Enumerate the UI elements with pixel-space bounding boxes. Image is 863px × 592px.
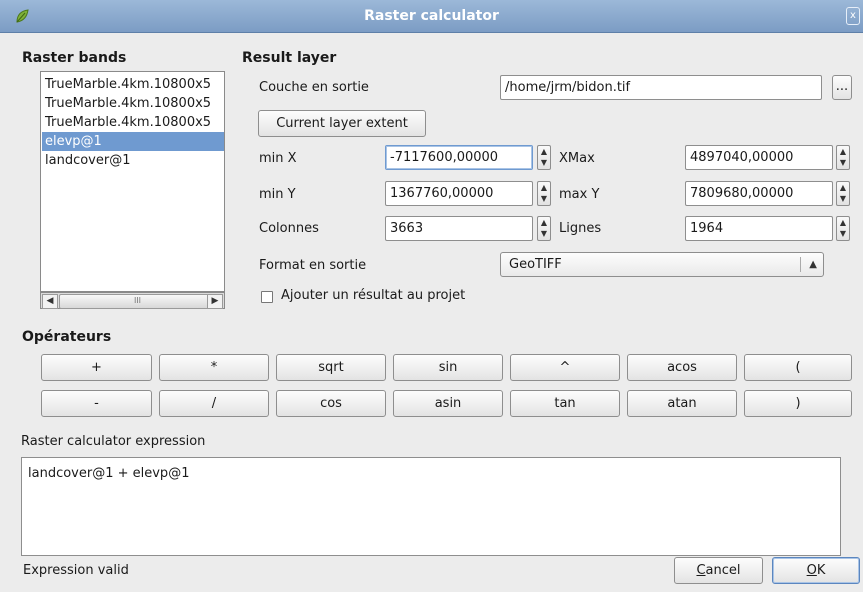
result-layer-title: Result layer [242,50,337,66]
min-y-label: min Y [259,187,296,202]
spin-up-icon[interactable]: ▲ [837,146,849,157]
spin-up-icon[interactable]: ▲ [837,182,849,193]
op-cos-button[interactable]: cos [276,390,386,417]
spin-down-icon[interactable]: ▼ [538,157,550,168]
columns-input[interactable]: 3663 [385,216,533,241]
scroll-right-icon[interactable]: ▶ [207,294,223,309]
select-divider [800,257,801,272]
xmax-label: XMax [559,151,595,166]
spin-down-icon[interactable]: ▼ [538,228,550,239]
operators-title: Opérateurs [22,329,112,345]
ok-mnemonic: O [806,563,817,578]
output-format-label: Format en sortie [259,258,367,273]
raster-bands-hscrollbar[interactable]: ◀ III ▶ [40,292,225,309]
add-to-project-checkbox[interactable] [261,291,273,303]
rows-label: Lignes [559,221,602,236]
output-format-value: GeoTIFF [509,257,562,272]
output-path-input[interactable]: /home/jrm/bidon.tif [500,75,822,100]
cancel-button[interactable]: Cancel [674,557,763,584]
rows-spinner[interactable]: ▲ ▼ [836,216,850,241]
min-x-spinner[interactable]: ▲ ▼ [537,145,551,170]
browse-button[interactable]: ... [832,75,852,100]
ok-button[interactable]: OK [772,557,860,584]
op-sqrt-button[interactable]: sqrt [276,354,386,381]
op-divide-button[interactable]: / [159,390,269,417]
close-icon[interactable]: x [846,7,860,25]
raster-band-item-selected[interactable]: elevp@1 [42,132,224,151]
raster-band-item[interactable]: TrueMarble.4km.10800x5 [42,75,224,94]
output-layer-label: Couche en sortie [259,80,369,95]
xmax-spinner[interactable]: ▲ ▼ [836,145,850,170]
raster-bands-list[interactable]: TrueMarble.4km.10800x5 TrueMarble.4km.10… [40,71,225,292]
scroll-thumb[interactable]: III [59,294,216,309]
window-title: Raster calculator [364,8,499,24]
max-y-label: max Y [559,187,600,202]
op-sin-button[interactable]: sin [393,354,503,381]
ok-label: K [816,563,826,578]
spin-up-icon[interactable]: ▲ [538,182,550,193]
spin-down-icon[interactable]: ▼ [538,193,550,204]
spin-down-icon[interactable]: ▼ [837,228,849,239]
expression-label: Raster calculator expression [21,434,206,449]
spin-up-icon[interactable]: ▲ [538,146,550,157]
spin-down-icon[interactable]: ▼ [837,193,849,204]
min-y-spinner[interactable]: ▲ ▼ [537,181,551,206]
updown-arrow-icon: ▲ [809,259,817,270]
columns-label: Colonnes [259,221,319,236]
output-format-select[interactable]: GeoTIFF ▲ [500,252,824,277]
op-atan-button[interactable]: atan [627,390,737,417]
expression-textarea[interactable]: landcover@1 + elevp@1 [21,457,841,556]
max-y-input[interactable]: 7809680,00000 [685,181,833,206]
min-x-label: min X [259,151,297,166]
op-multiply-button[interactable]: * [159,354,269,381]
max-y-spinner[interactable]: ▲ ▼ [836,181,850,206]
op-power-button[interactable]: ^ [510,354,620,381]
op-plus-button[interactable]: + [41,354,152,381]
raster-band-item[interactable]: landcover@1 [42,151,224,170]
op-asin-button[interactable]: asin [393,390,503,417]
spin-up-icon[interactable]: ▲ [538,217,550,228]
min-x-input[interactable]: -7117600,00000 [385,145,533,170]
raster-bands-title: Raster bands [22,50,127,66]
op-open-paren-button[interactable]: ( [744,354,852,381]
cancel-mnemonic: C [696,563,706,578]
spin-up-icon[interactable]: ▲ [837,217,849,228]
columns-spinner[interactable]: ▲ ▼ [537,216,551,241]
add-to-project-label: Ajouter un résultat au projet [281,288,466,303]
spin-down-icon[interactable]: ▼ [837,157,849,168]
scroll-left-icon[interactable]: ◀ [42,294,58,309]
current-layer-extent-button[interactable]: Current layer extent [258,110,426,137]
op-close-paren-button[interactable]: ) [744,390,852,417]
op-acos-button[interactable]: acos [627,354,737,381]
xmax-input[interactable]: 4897040,00000 [685,145,833,170]
expression-status: Expression valid [23,563,129,578]
op-tan-button[interactable]: tan [510,390,620,417]
raster-band-item[interactable]: TrueMarble.4km.10800x5 [42,113,224,132]
cancel-label: ancel [705,563,741,578]
op-minus-button[interactable]: - [41,390,152,417]
min-y-input[interactable]: 1367760,00000 [385,181,533,206]
raster-band-item[interactable]: TrueMarble.4km.10800x5 [42,94,224,113]
rows-input[interactable]: 1964 [685,216,833,241]
